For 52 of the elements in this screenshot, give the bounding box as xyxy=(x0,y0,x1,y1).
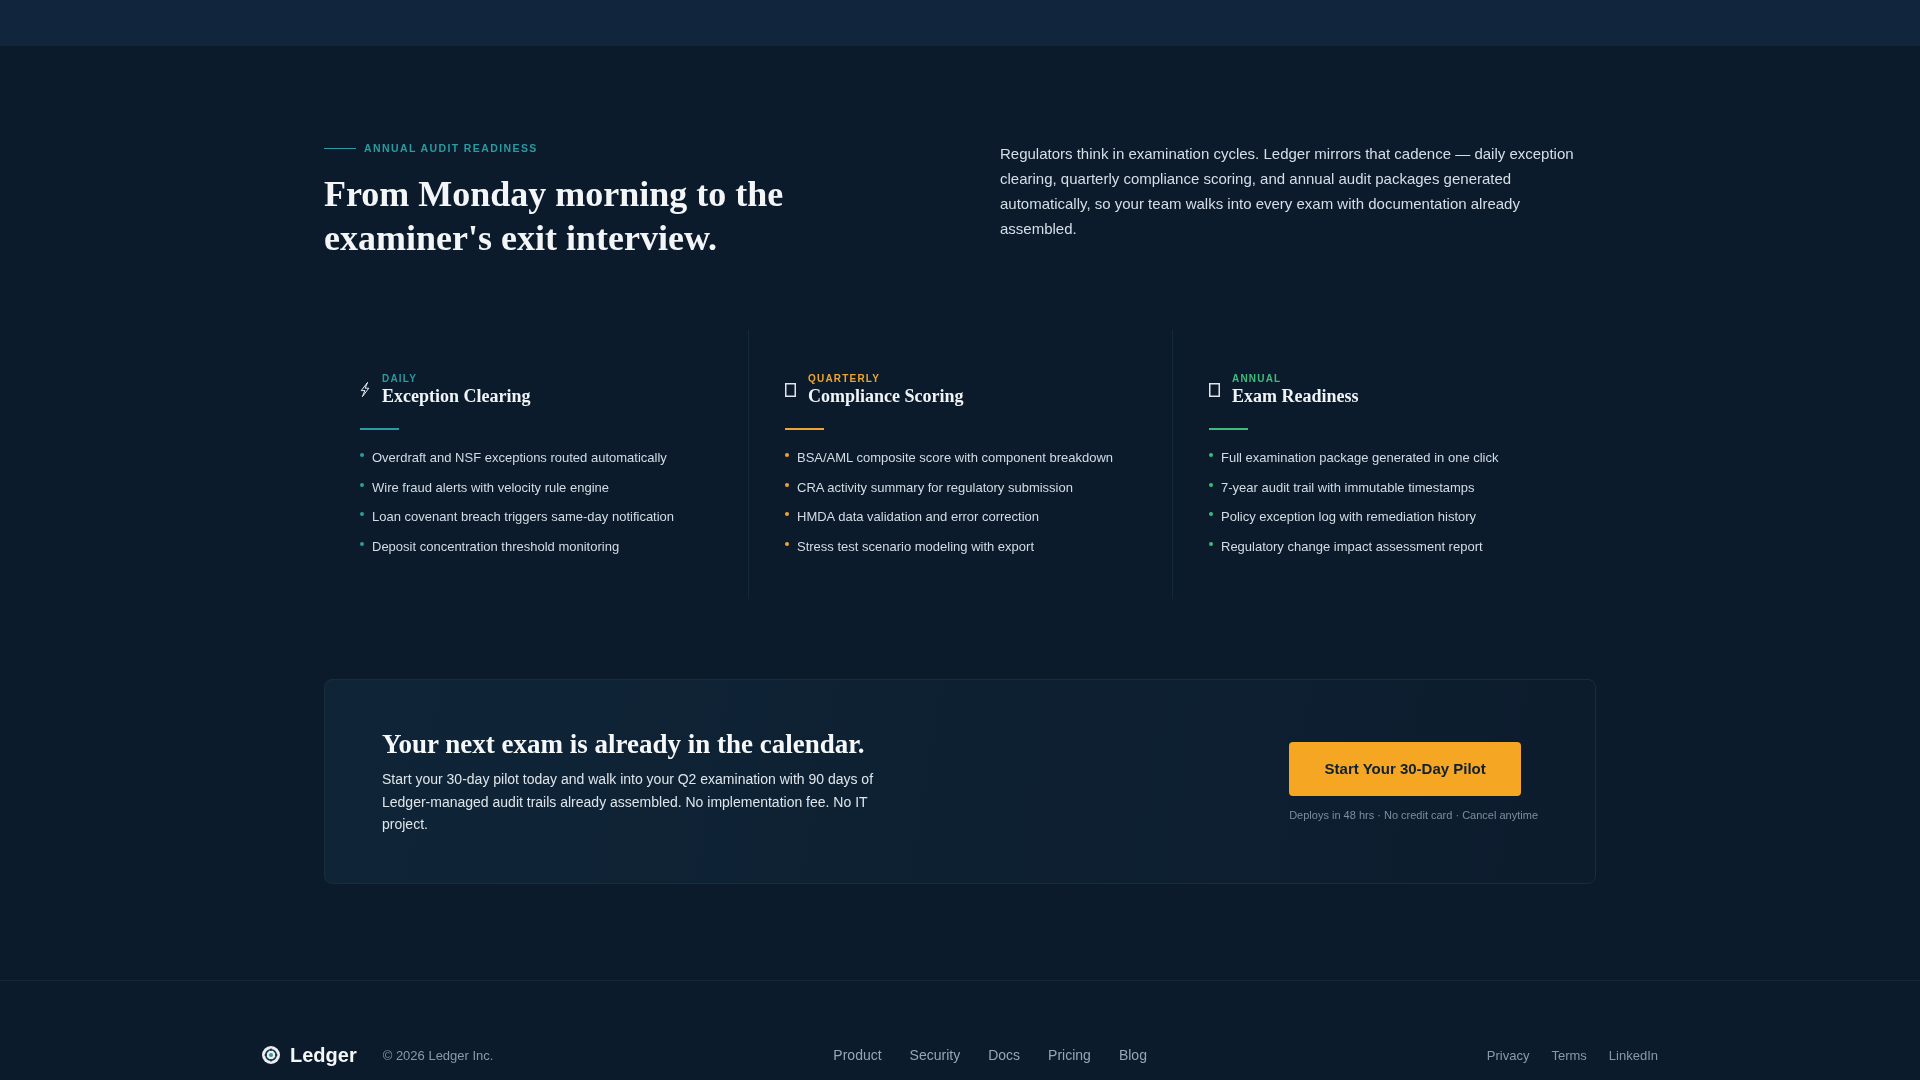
brand-name: Ledger xyxy=(290,1043,357,1067)
feature-item: Wire fraud alerts with velocity rule engine xyxy=(372,478,609,497)
footer-nav-link[interactable]: Blog xyxy=(1118,1047,1147,1063)
cadence-label: ANNUAL xyxy=(1232,372,1283,385)
feature-item: Policy exception log with remediation history xyxy=(1221,508,1477,526)
bullet-icon xyxy=(785,482,789,487)
cta-note: Deploys in 48 hrs · No credit card · Cancel anytime xyxy=(1289,807,1538,822)
rectangle-icon xyxy=(1209,382,1220,397)
feature-item: Full examination package generated in one click xyxy=(1221,449,1499,467)
bullet-icon xyxy=(785,512,789,517)
footer-nav-link[interactable]: Pricing xyxy=(1048,1047,1091,1063)
feature-item: Stress test scenario modeling with export xyxy=(797,537,1034,556)
feature-item: Loan covenant breach triggers same-day notification xyxy=(372,508,675,526)
copyright-text: © 2026 Ledger Inc. xyxy=(382,1047,494,1063)
bullet-icon xyxy=(360,512,364,517)
bullet-icon xyxy=(1209,512,1213,517)
section-heading: From Monday morning to the examiner's exit interview. xyxy=(324,173,785,260)
cta-title: Your next exam is already in the calendar. xyxy=(382,728,866,762)
feature-item: Overdraft and NSF exceptions routed automatically xyxy=(372,449,667,467)
bullet-icon xyxy=(785,453,789,458)
bullet-icon xyxy=(360,482,364,487)
lightning-icon xyxy=(360,382,370,397)
cadence-title: Compliance Scoring xyxy=(808,385,964,407)
cadence-title: Exam Readiness xyxy=(1232,385,1359,407)
footer-nav-link[interactable]: Product xyxy=(833,1047,882,1063)
feature-item: Deposit concentration threshold monitoring xyxy=(372,537,620,556)
bullet-icon xyxy=(1209,482,1213,487)
accent-line xyxy=(324,147,356,149)
cadence-label: QUARTERLY xyxy=(808,372,882,385)
bullet-icon xyxy=(1209,541,1213,546)
footer-legal-link[interactable]: LinkedIn xyxy=(1608,1047,1658,1063)
feature-item: 7-year audit trail with immutable timestamps xyxy=(1221,478,1475,497)
cadence-title: Exception Clearing xyxy=(382,385,531,407)
bullet-icon xyxy=(1209,453,1213,458)
section-description: Regulators think in examination cycles. Ledger mirrors that cadence — daily exception clearing, quarterly compliance scoring, and annual audit packages generated automatically, so your team walks into every exam with documentation already assembled. xyxy=(1000,144,1575,239)
bullet-icon xyxy=(360,453,364,458)
cta-text: Start your 30-day pilot today and walk into your Q2 examination with 90 days of Ledger-managed audit trails already assembled. No implementation fee. No IT project. xyxy=(382,770,875,835)
feature-item: HMDA data validation and error correction xyxy=(797,508,1040,526)
footer-legal-link[interactable]: Privacy xyxy=(1486,1047,1530,1063)
footer-legal-link[interactable]: Terms xyxy=(1551,1047,1587,1063)
start-pilot-button[interactable]: Start Your 30-Day Pilot xyxy=(1289,741,1522,796)
footer-nav-link[interactable]: Docs xyxy=(988,1047,1021,1063)
rectangle-icon xyxy=(785,382,796,397)
bullet-icon xyxy=(360,541,364,546)
feature-item: CRA activity summary for regulatory submission xyxy=(797,478,1073,497)
bullet-icon xyxy=(785,541,789,546)
feature-item: Regulatory change impact assessment report xyxy=(1221,537,1483,556)
cadence-label: DAILY xyxy=(382,372,419,385)
footer-nav-link[interactable]: Security xyxy=(909,1047,961,1063)
logo-icon xyxy=(262,1046,280,1064)
section-eyebrow: ANNUAL AUDIT READINESS xyxy=(364,141,538,155)
feature-item: BSA/AML composite score with component breakdown xyxy=(797,449,1113,467)
